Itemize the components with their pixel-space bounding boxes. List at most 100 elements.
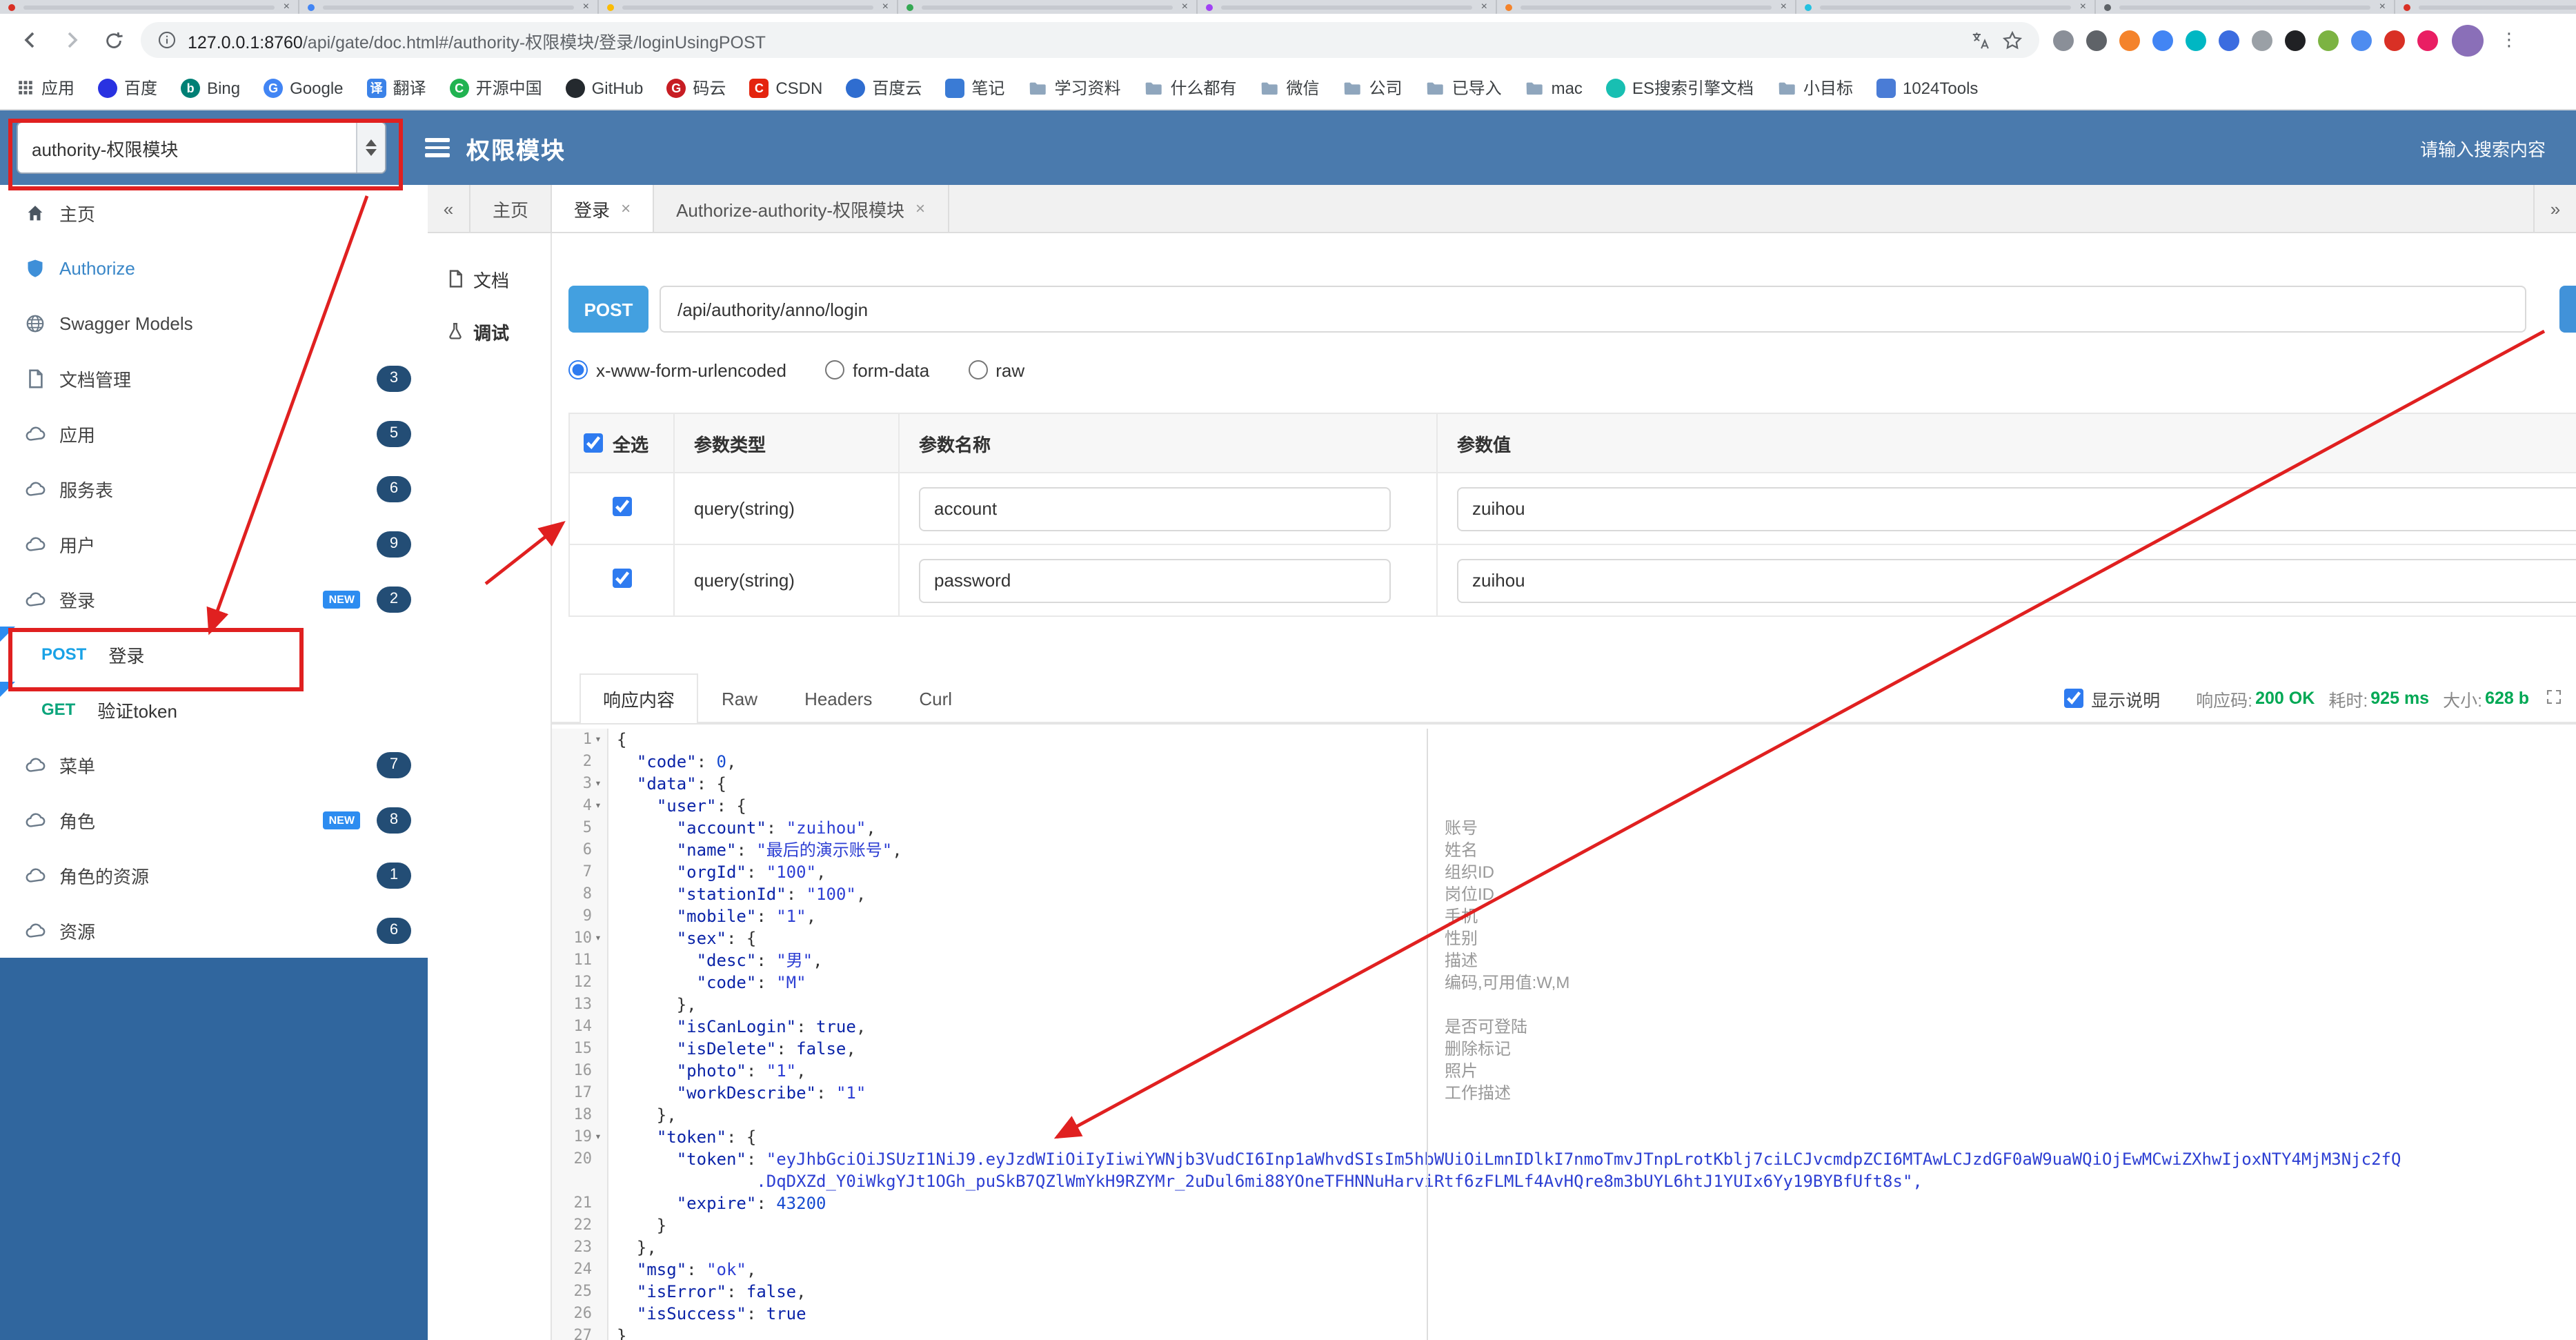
tab-close-icon[interactable]: × [915,199,925,218]
rail-item-文档[interactable]: 文档 [428,261,551,297]
tab-close-icon[interactable]: × [583,0,589,14]
content-type-x-www-form-urlencoded[interactable]: x-www-form-urlencoded [568,359,786,380]
bookmark-item[interactable]: C 开源中国 [449,76,542,99]
fold-icon[interactable]: ▾ [592,795,604,817]
sidebar-item-文档管理[interactable]: 文档管理 3 [0,351,428,406]
bookmark-item[interactable]: 已导入 [1426,76,1502,99]
browser-tab[interactable]: × [599,0,898,14]
extension-icon[interactable] [2152,30,2173,50]
extension-icon[interactable] [2318,30,2339,50]
content-type-raw[interactable]: raw [968,359,1024,380]
header-search-input[interactable]: 请输入搜索内容 [2420,135,2546,161]
sidebar-item-Authorize[interactable]: Authorize [0,240,428,295]
show-desc-toggle[interactable]: 显示说明 [2063,685,2160,711]
extension-icon[interactable] [2086,30,2107,50]
tab-close-icon[interactable]: × [621,199,631,218]
browser-tab[interactable]: × [1497,0,1796,14]
sidebar-item-登录[interactable]: 登录 NEW 2 [0,571,428,627]
bookmark-item[interactable]: GitHub [565,78,643,97]
param-value-input[interactable] [1457,558,2576,602]
browser-tab[interactable]: × [0,0,299,14]
tab-close-icon[interactable]: × [2379,0,2386,14]
param-name-input[interactable] [919,558,1391,602]
param-checkbox[interactable] [612,569,631,588]
bookmark-star-icon[interactable] [2002,30,2023,50]
bookmark-item[interactable]: 小目标 [1777,76,1853,99]
request-url-input[interactable] [660,286,2526,333]
bookmark-item[interactable]: ES搜索引擎文档 [1605,76,1754,99]
bookmark-item[interactable]: 应用 [17,76,75,99]
response-tab-Headers[interactable]: Headers [781,673,895,723]
tab-close-icon[interactable]: × [284,0,290,14]
tabs-scroll-left[interactable]: « [428,185,470,232]
tab-主页[interactable]: 主页 [470,185,553,232]
rail-item-调试[interactable]: 调试 [428,313,551,349]
tab-close-icon[interactable]: × [882,0,889,14]
sidebar-item-用户[interactable]: 用户 9 [0,516,428,571]
module-select[interactable]: authority-权限模块 [17,121,386,174]
browser-tab[interactable]: × [299,0,599,14]
tabs-scroll-right[interactable]: » [2533,185,2576,232]
tab-close-icon[interactable]: × [1182,0,1188,14]
select-all-checkbox[interactable] [584,433,603,453]
sidebar-item-主页[interactable]: 主页 [0,185,428,240]
content-type-radio[interactable] [968,360,988,380]
fold-icon[interactable]: ▾ [592,729,604,751]
extension-icon[interactable] [2119,30,2140,50]
sidebar-item-菜单[interactable]: 菜单 7 [0,737,428,792]
tab-close-icon[interactable]: × [2080,0,2086,14]
browser-tab[interactable]: × [2096,0,2395,14]
content-type-radio[interactable] [568,360,588,380]
extension-icon[interactable] [2186,30,2206,50]
bookmark-item[interactable]: C CSDN [749,78,822,97]
fold-icon[interactable]: ▾ [592,927,604,949]
sidebar-api-post-登录[interactable]: POST 登录 [0,627,428,682]
send-button[interactable]: 发 [2559,286,2576,333]
fold-icon[interactable]: ▾ [592,773,604,795]
show-desc-checkbox[interactable] [2063,689,2083,708]
bookmark-item[interactable]: 译翻译 [366,76,426,99]
bookmark-item[interactable]: mac [1525,78,1583,97]
bookmark-item[interactable]: 微信 [1260,76,1320,99]
sidebar-item-Swagger Models[interactable]: Swagger Models [0,295,428,351]
browser-tab[interactable]: × [898,0,1198,14]
browser-tab[interactable]: × [2395,0,2576,14]
sidebar-api-get-验证token[interactable]: GET 验证token [0,682,428,737]
bookmark-item[interactable]: 百度 [98,76,157,99]
reload-icon[interactable] [99,26,127,54]
param-value-input[interactable] [1457,486,2576,531]
param-name-input[interactable] [919,486,1391,531]
sidebar-item-资源[interactable]: 资源 6 [0,903,428,958]
fold-icon[interactable]: ▾ [592,1126,604,1148]
tab-登录[interactable]: 登录 × [552,185,655,232]
sidebar-item-角色的资源[interactable]: 角色的资源 1 [0,847,428,903]
extension-icon[interactable] [2219,30,2239,50]
tab-close-icon[interactable]: × [1481,0,1487,14]
sidebar-item-应用[interactable]: 应用 5 [0,406,428,461]
sidebar-item-服务表[interactable]: 服务表 6 [0,461,428,516]
avatar[interactable] [2452,24,2484,56]
fullscreen-icon[interactable] [2546,688,2562,709]
bookmark-item[interactable]: 1024Tools [1876,78,1978,97]
param-checkbox[interactable] [612,497,631,516]
browser-tab[interactable]: × [1796,0,2096,14]
address-bar[interactable]: 127.0.0.1:8760/api/gate/doc.html#/author… [141,22,2039,58]
extension-icon[interactable] [2417,30,2438,50]
response-tab-响应内容[interactable]: 响应内容 [579,673,699,725]
extension-icon[interactable] [2252,30,2272,50]
tab-Authorize-authority-权限模块[interactable]: Authorize-authority-权限模块 × [654,185,949,232]
extension-icon[interactable] [2053,30,2074,50]
extension-icon[interactable] [2351,30,2372,50]
bookmark-item[interactable]: 公司 [1343,76,1403,99]
bookmark-item[interactable]: 什么都有 [1144,76,1237,99]
bookmark-item[interactable]: 笔记 [945,76,1004,99]
response-tab-Raw[interactable]: Raw [698,673,781,723]
sidebar-item-角色[interactable]: 角色 NEW 8 [0,792,428,847]
response-tab-Curl[interactable]: Curl [895,673,975,723]
browser-tab[interactable]: × [1198,0,1497,14]
bookmark-item[interactable]: b Bing [181,78,240,97]
extension-icon[interactable] [2285,30,2306,50]
menu-icon[interactable] [425,138,450,157]
content-type-form-data[interactable]: form-data [824,359,929,380]
tab-close-icon[interactable]: × [1781,0,1787,14]
